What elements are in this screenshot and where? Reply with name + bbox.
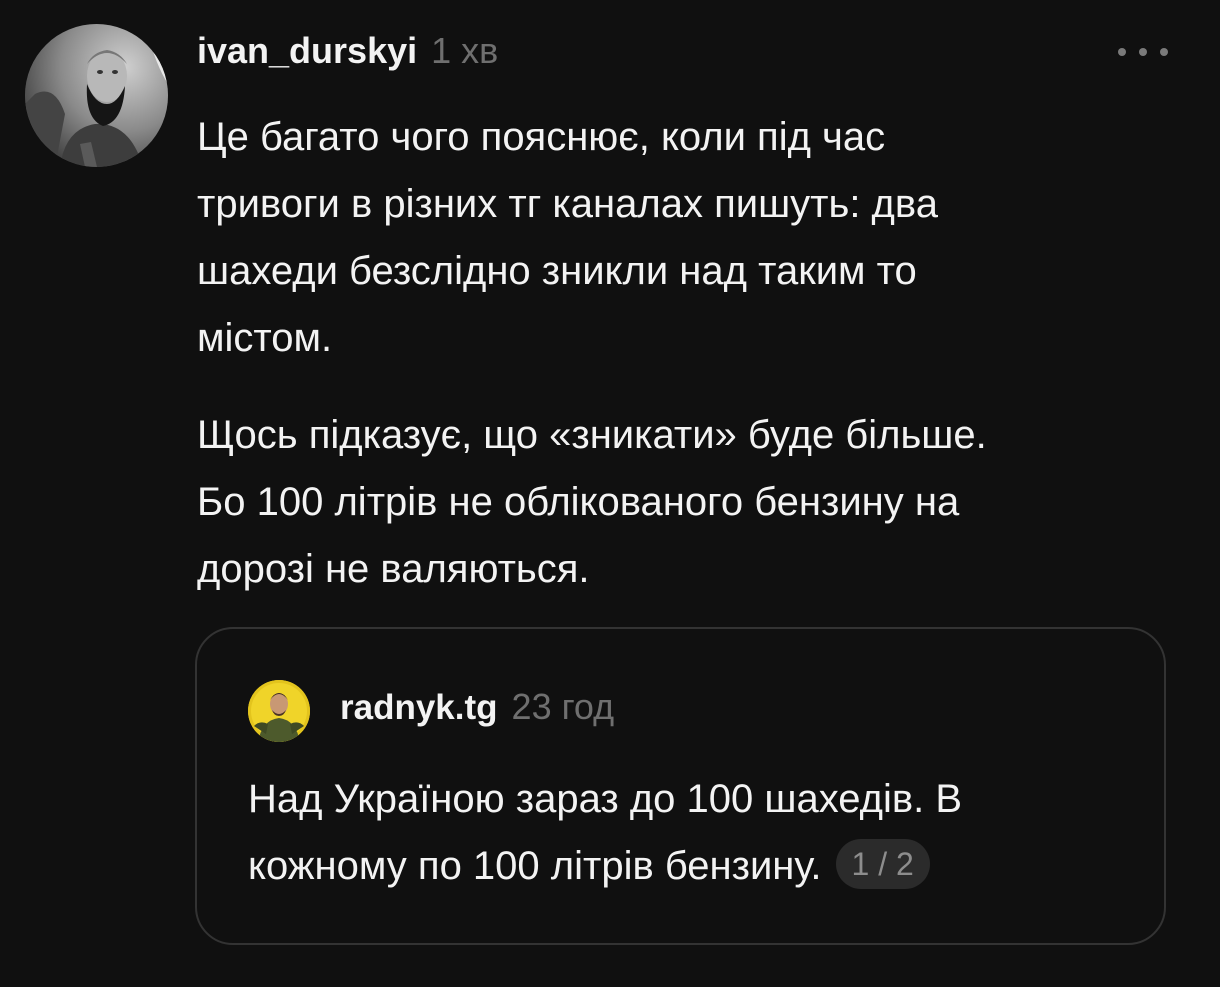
post-body: Це багато чого пояснює, коли під час три… <box>197 104 1157 603</box>
dot <box>1139 48 1147 56</box>
timestamp: 1 хв <box>431 30 499 71</box>
quoted-username[interactable]: radnyk.tg <box>340 688 498 728</box>
quoted-timestamp: 23 год <box>511 686 615 727</box>
quoted-post-card[interactable]: radnyk.tg 23 год Над Україною зараз до 1… <box>195 627 1166 945</box>
quoted-text-line-1: Над Україною зараз до 100 шахедів. В <box>248 777 963 821</box>
more-horizontal-icon[interactable] <box>1118 40 1168 64</box>
quoted-post-body: Над Україною зараз до 100 шахедів. В кож… <box>248 766 1128 900</box>
post-header: ivan_durskyi 1 хв <box>197 30 498 80</box>
post-paragraph-2: Щось підказує, що «зникати» буде більше.… <box>197 413 987 591</box>
post-paragraph-1: Це багато чого пояснює, коли під час три… <box>197 115 938 360</box>
dot <box>1118 48 1126 56</box>
dot <box>1160 48 1168 56</box>
username[interactable]: ivan_durskyi <box>197 30 417 72</box>
quoted-text-line-2: кожному по 100 літрів бензину. <box>248 844 822 888</box>
quoted-post-header: radnyk.tg 23 год <box>340 686 614 728</box>
thread-post: ivan_durskyi 1 хв Це багато чого пояснює… <box>0 0 1220 987</box>
quoted-text-line-2-wrap: кожному по 100 літрів бензину. 1 / 2 <box>248 833 1128 900</box>
quoted-avatar[interactable] <box>248 680 310 742</box>
page-indicator[interactable]: 1 / 2 <box>835 839 930 890</box>
avatar[interactable] <box>25 24 168 167</box>
